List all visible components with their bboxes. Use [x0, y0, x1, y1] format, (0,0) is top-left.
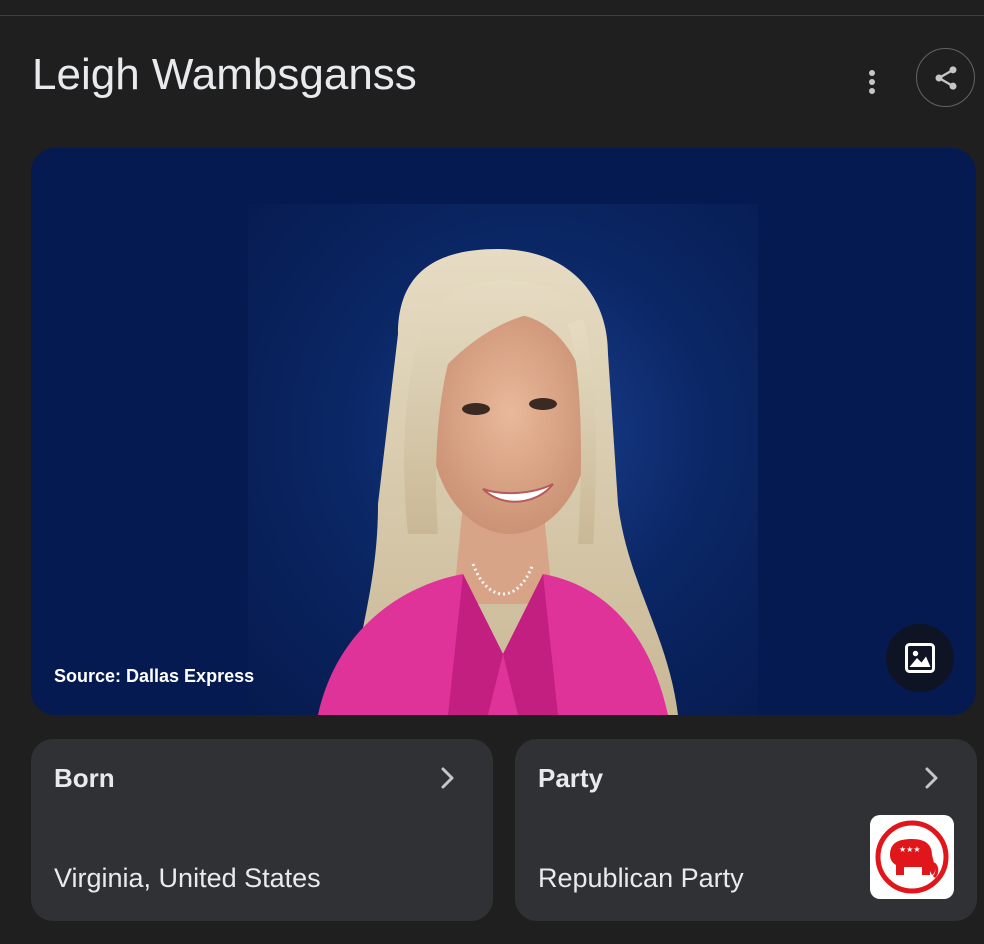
born-label: Born: [54, 763, 115, 793]
republican-logo: ★★★: [870, 815, 954, 899]
more-options-button[interactable]: [852, 62, 892, 102]
party-card[interactable]: Party Republican Party ★★★: [515, 739, 977, 921]
svg-text:★★★: ★★★: [899, 845, 921, 854]
share-button[interactable]: [916, 48, 975, 107]
hero-image[interactable]: Source: Dallas Express: [31, 148, 976, 715]
elephant-icon: ★★★: [875, 820, 949, 894]
share-icon: [935, 65, 956, 90]
image-source-caption: Source: Dallas Express: [54, 666, 255, 686]
chevron-right-icon: [925, 767, 938, 789]
page-title: Leigh Wambsganss: [32, 50, 417, 99]
party-value: Republican Party: [538, 863, 744, 893]
born-card[interactable]: Born Virginia, United States: [31, 739, 493, 921]
portrait-background: [248, 204, 758, 715]
chevron-right-icon: [441, 767, 454, 789]
born-value: Virginia, United States: [54, 863, 321, 893]
party-label: Party: [538, 763, 604, 793]
view-images-button[interactable]: [886, 624, 954, 692]
portrait-photo: [318, 249, 678, 715]
top-divider: [0, 15, 984, 16]
more-vert-icon: [869, 70, 875, 94]
image-icon: [905, 643, 935, 673]
